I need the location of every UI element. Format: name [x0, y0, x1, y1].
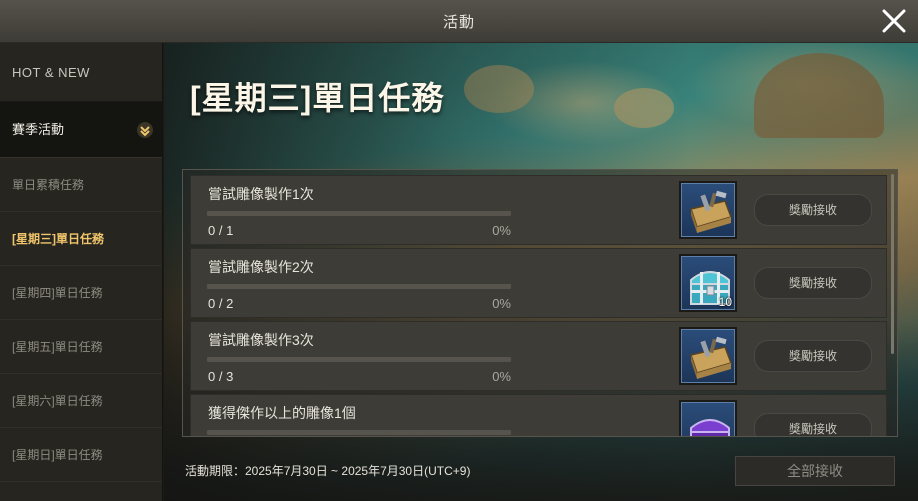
progress-bar [207, 284, 511, 289]
progress-bar [207, 430, 511, 435]
reward-slot[interactable] [679, 181, 737, 239]
sidebar-item-friday[interactable]: [星期五]單日任務 [0, 320, 162, 374]
task-percent: 0% [492, 369, 511, 384]
task-count: 0 / 3 [208, 369, 234, 384]
main-content: [星期三]單日任務 嘗試雕像製作1次 0 / 1 0% 獎勵接收 嘗試雕像製作2… [164, 43, 918, 501]
progress-bar [207, 211, 511, 216]
toolbox-icon [690, 190, 732, 233]
umbrella-decoration [614, 88, 674, 128]
window-title: 活動 [442, 14, 475, 31]
sidebar-item-season-events[interactable]: 賽季活動 [0, 102, 162, 158]
claim-reward-button[interactable]: 獎勵接收 [754, 340, 872, 372]
sidebar-item-sunday[interactable]: [星期日]單日任務 [0, 428, 162, 482]
task-percent: 0% [492, 223, 511, 238]
task-name: 獲得傑作以上的雕像1個 [208, 405, 356, 421]
task-list: 嘗試雕像製作1次 0 / 1 0% 獎勵接收 嘗試雕像製作2次 0 / 2 0%… [182, 169, 898, 437]
reward-quantity: 10 [718, 295, 732, 309]
beach-hut-decoration [754, 53, 884, 138]
claim-all-button[interactable]: 全部接收 [735, 456, 895, 486]
event-period: 活動期限：2025年7月30日 ~ 2025年7月30日(UTC+9) [185, 464, 471, 478]
sidebar-item-daily-accumulate[interactable]: 單日累積任務 [0, 158, 162, 212]
task-name: 嘗試雕像製作3次 [208, 332, 314, 348]
claim-reward-button[interactable]: 獎勵接收 [754, 413, 872, 436]
task-row: 嘗試雕像製作3次 0 / 3 0% 獎勵接收 [190, 321, 887, 391]
title-bar: 活動 [0, 0, 918, 43]
toolbox-icon [690, 336, 732, 379]
sidebar-item-wednesday[interactable]: [星期三]單日任務 [0, 212, 162, 266]
reward-slot[interactable] [679, 400, 737, 436]
task-row: 嘗試雕像製作1次 0 / 1 0% 獎勵接收 [190, 175, 887, 245]
page-title: [星期三]單日任務 [190, 80, 445, 116]
claim-reward-button[interactable]: 獎勵接收 [754, 267, 872, 299]
sidebar-item-label: 賽季活動 [12, 122, 65, 137]
progress-bar [207, 357, 511, 362]
task-name: 嘗試雕像製作1次 [208, 186, 314, 202]
chevron-down-icon [137, 122, 153, 138]
sidebar: HOT & NEW 賽季活動 單日累積任務 [星期三]單日任務 [星期四]單日任… [0, 43, 163, 501]
scrollbar[interactable] [891, 174, 894, 354]
task-count: 0 / 1 [208, 223, 234, 238]
purple-chest-icon [690, 419, 730, 436]
sidebar-item-thursday[interactable]: [星期四]單日任務 [0, 266, 162, 320]
task-row: 獲得傑作以上的雕像1個 獎勵接收 [190, 394, 887, 436]
close-button[interactable] [878, 5, 910, 37]
reward-slot[interactable] [679, 327, 737, 385]
task-percent: 0% [492, 296, 511, 311]
close-icon [882, 9, 906, 33]
umbrella-decoration [464, 65, 534, 113]
task-count: 0 / 2 [208, 296, 234, 311]
sidebar-item-saturday[interactable]: [星期六]單日任務 [0, 374, 162, 428]
claim-reward-button[interactable]: 獎勵接收 [754, 194, 872, 226]
reward-slot[interactable]: 10 [679, 254, 737, 312]
task-row: 嘗試雕像製作2次 0 / 2 0% 10 獎勵接收 [190, 248, 887, 318]
sidebar-item-hot-new[interactable]: HOT & NEW [0, 43, 162, 102]
task-name: 嘗試雕像製作2次 [208, 259, 314, 275]
